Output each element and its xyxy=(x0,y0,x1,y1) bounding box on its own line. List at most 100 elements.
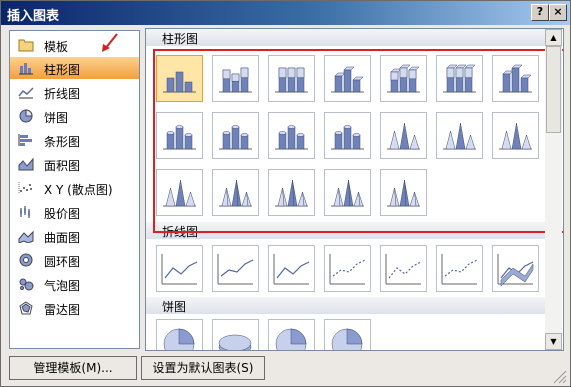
3d-pie-preview xyxy=(218,334,252,350)
category-label: 模板 xyxy=(44,40,69,54)
3d-line-icon[interactable] xyxy=(492,245,539,292)
pie-icon[interactable] xyxy=(156,319,203,350)
doughnut-chart-icon xyxy=(19,253,33,267)
3d-stacked-column-icon[interactable] xyxy=(380,55,427,102)
folder-icon xyxy=(18,39,34,52)
stacked-cone-icon[interactable] xyxy=(436,112,483,159)
line-markers-preview xyxy=(329,254,366,285)
line-preview xyxy=(161,254,198,285)
set-default-chart-button[interactable]: 设置为默认图表(S) xyxy=(141,356,265,380)
chart-category-list: 模板 柱形图 折线图 饼图 条形图 面积图 X Y (散点图) 股价图 曲面图 … xyxy=(9,30,140,349)
3d-cone-icon[interactable] xyxy=(156,169,203,216)
category-label: 曲面图 xyxy=(44,231,81,245)
category-label: X Y (散点图) xyxy=(44,183,113,197)
category-label: 圆环图 xyxy=(44,255,81,269)
manage-templates-button[interactable]: 管理模板(M)... xyxy=(9,356,137,380)
close-button[interactable]: × xyxy=(549,4,567,21)
category-label: 面积图 xyxy=(44,159,81,173)
category-label: 雷达图 xyxy=(44,303,81,317)
3d-cylinder-icon[interactable] xyxy=(324,112,371,159)
category-label: 条形图 xyxy=(44,135,81,149)
stacked-column-preview xyxy=(219,67,252,93)
3d-line-preview xyxy=(497,254,534,287)
clustered-cone-preview xyxy=(387,122,420,150)
annotation-arrow-icon xyxy=(102,33,118,52)
clustered-cylinder-icon[interactable] xyxy=(156,112,203,159)
clustered-pyramid-icon[interactable] xyxy=(212,169,259,216)
100-stacked-column-preview xyxy=(275,67,308,93)
100-stacked-line-icon[interactable] xyxy=(268,245,315,292)
3d-column-icon[interactable] xyxy=(492,55,539,102)
bubble-chart-icon xyxy=(19,278,34,291)
3d-clustered-column-icon[interactable] xyxy=(324,55,371,102)
category-label: 折线图 xyxy=(44,87,81,101)
exploded-pie-icon[interactable] xyxy=(324,319,371,350)
category-item-column[interactable]: 柱形图 xyxy=(10,57,139,79)
category-item-line[interactable]: 折线图 xyxy=(10,81,139,103)
100-stacked-cylinder-icon[interactable] xyxy=(268,112,315,159)
100-stacked-pyramid-icon[interactable] xyxy=(324,169,371,216)
scroll-down-arrow-icon[interactable]: ▼ xyxy=(545,333,562,350)
section-header-column: 柱形图 xyxy=(146,29,545,46)
category-label: 饼图 xyxy=(44,111,69,125)
category-item-bubble[interactable]: 气泡图 xyxy=(10,273,139,295)
category-item-area[interactable]: 面积图 xyxy=(10,153,139,175)
3d-cylinder-preview xyxy=(331,125,364,150)
category-item-scatter[interactable]: X Y (散点图) xyxy=(10,177,139,199)
stacked-pyramid-preview xyxy=(275,179,308,207)
surface-chart-icon xyxy=(18,230,34,243)
100-stacked-cone-icon[interactable] xyxy=(492,112,539,159)
category-label: 股价图 xyxy=(44,207,81,221)
3d-pyramid-icon[interactable] xyxy=(380,169,427,216)
clustered-pyramid-preview xyxy=(219,179,252,207)
category-item-doughnut[interactable]: 圆环图 xyxy=(10,249,139,271)
clustered-cone-icon[interactable] xyxy=(380,112,427,159)
100-stacked-line-preview xyxy=(273,254,310,285)
gallery-scrollbar[interactable]: ▲ ▼ xyxy=(545,29,562,350)
radar-chart-icon xyxy=(19,301,33,315)
category-item-radar[interactable]: 雷达图 xyxy=(10,297,139,319)
pie-of-pie-preview xyxy=(275,328,307,350)
pie-preview xyxy=(163,328,195,350)
scroll-up-arrow-icon[interactable]: ▲ xyxy=(545,29,562,46)
3d-clustered-column-preview xyxy=(331,66,364,93)
scroll-thumb[interactable] xyxy=(546,46,561,133)
category-item-bar[interactable]: 条形图 xyxy=(10,129,139,151)
category-item-pie[interactable]: 饼图 xyxy=(10,105,139,127)
section-header-pie: 饼图 xyxy=(146,297,545,314)
stacked-column-icon[interactable] xyxy=(212,55,259,102)
100-stacked-cone-preview xyxy=(499,122,532,150)
line-markers-icon[interactable] xyxy=(324,245,371,292)
3d-stacked-column-preview xyxy=(387,64,420,93)
stacked-cone-preview xyxy=(443,122,476,150)
pie-of-pie-icon[interactable] xyxy=(268,319,315,350)
category-label: 气泡图 xyxy=(44,279,81,293)
title-bar[interactable]: 插入图表 ? × xyxy=(1,1,570,25)
scatter-chart-icon xyxy=(18,182,32,194)
section-label: 柱形图 xyxy=(162,32,199,46)
clustered-column-preview xyxy=(163,71,196,93)
resize-grip-icon[interactable] xyxy=(549,366,567,384)
category-item-stock[interactable]: 股价图 xyxy=(10,201,139,223)
section-header-line: 折线图 xyxy=(146,222,545,239)
3d-pie-icon[interactable] xyxy=(212,319,259,350)
dialog-title: 插入图表 xyxy=(7,9,60,24)
clustered-cylinder-preview xyxy=(163,125,196,150)
category-item-surface[interactable]: 曲面图 xyxy=(10,225,139,247)
line-icon[interactable] xyxy=(156,245,203,292)
help-button[interactable]: ? xyxy=(531,4,549,21)
100-stacked-column-icon[interactable] xyxy=(268,55,315,102)
stacked-line-markers-icon[interactable] xyxy=(380,245,427,292)
stacked-pyramid-icon[interactable] xyxy=(268,169,315,216)
stacked-cylinder-preview xyxy=(219,125,252,150)
stacked-line-icon[interactable] xyxy=(212,245,259,292)
clustered-column-icon[interactable] xyxy=(156,55,203,102)
stacked-cylinder-icon[interactable] xyxy=(212,112,259,159)
category-label: 柱形图 xyxy=(44,63,81,77)
100-stacked-line-markers-preview xyxy=(441,254,478,285)
3d-100-stacked-column-preview xyxy=(443,64,476,93)
stacked-line-preview xyxy=(217,254,254,285)
100-stacked-line-markers-icon[interactable] xyxy=(436,245,483,292)
pie-chart-icon xyxy=(19,109,33,123)
3d-100-stacked-column-icon[interactable] xyxy=(436,55,483,102)
